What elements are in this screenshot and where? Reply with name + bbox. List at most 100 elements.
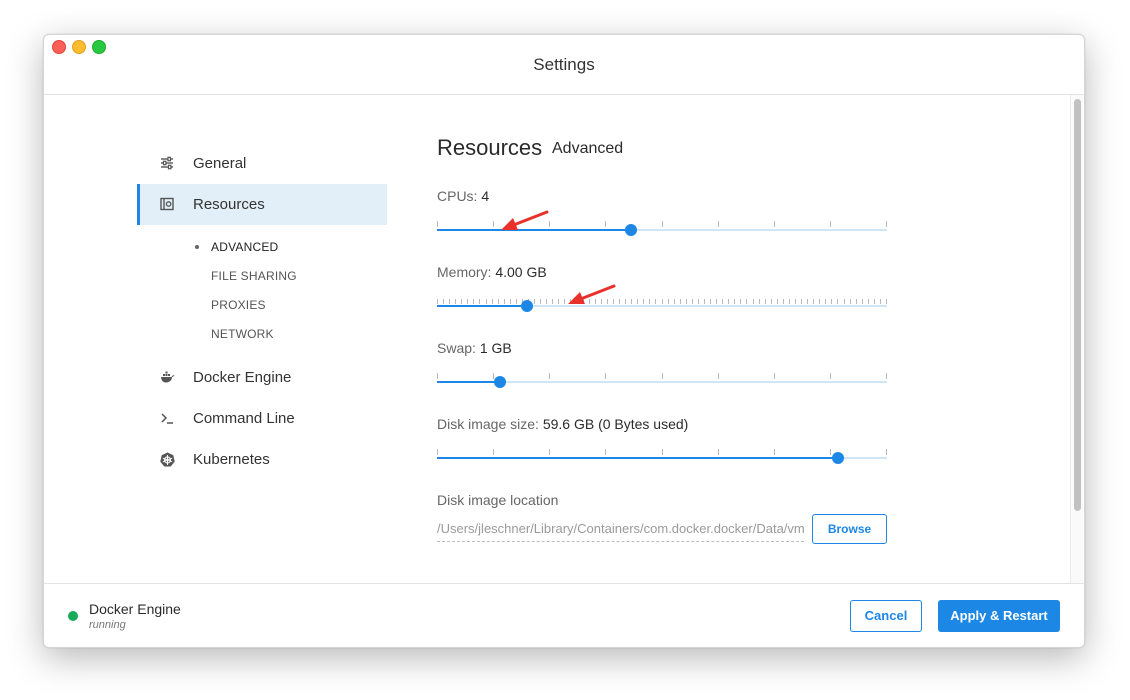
slider-tick [718, 373, 719, 379]
slider-fill [437, 381, 500, 383]
slider-thumb[interactable] [494, 376, 506, 388]
slider-tick [662, 221, 663, 227]
slider-tick [825, 299, 826, 304]
slider-tick [643, 299, 644, 304]
slider-tick [516, 299, 517, 304]
slider-tick [467, 299, 468, 304]
engine-name: Docker Engine [89, 601, 181, 617]
memory-slider[interactable] [437, 298, 887, 314]
minimize-window-button[interactable] [72, 40, 86, 54]
title-bar: Settings [44, 35, 1084, 95]
slider-tick [443, 299, 444, 304]
slider-tick [886, 299, 887, 304]
slider-tick [837, 299, 838, 304]
slider-tick [625, 299, 626, 304]
swap-slider[interactable] [437, 373, 887, 390]
slider-tick [455, 299, 456, 304]
slider-tick [605, 221, 606, 227]
slider-tick [698, 299, 699, 304]
slider-tick [534, 299, 535, 304]
engine-status-dot [68, 611, 78, 621]
close-window-button[interactable] [52, 40, 66, 54]
slider-tick [479, 299, 480, 304]
swap-label: Swap: 1 GB [437, 340, 512, 356]
slider-tick [753, 299, 754, 304]
slider-tick [830, 221, 831, 227]
subitem-file-sharing[interactable]: FILE SHARING [211, 269, 297, 283]
slider-tick [662, 299, 663, 304]
slider-tick [631, 299, 632, 304]
page-subtitle: Advanced [552, 140, 624, 157]
sidebar-item-docker-engine[interactable]: Docker Engine [137, 357, 387, 398]
slider-tick [774, 449, 775, 455]
slider-tick [886, 221, 887, 227]
slider-tick [680, 299, 681, 304]
slider-tick [493, 221, 494, 227]
slider-tick [746, 299, 747, 304]
browse-button[interactable]: Browse [812, 514, 887, 544]
cpus-label-text: CPUs: [437, 188, 478, 204]
slider-tick [549, 221, 550, 227]
sidebar-item-label: Command Line [193, 410, 295, 427]
slider-tick [722, 299, 723, 304]
sidebar-item-label: Docker Engine [193, 369, 292, 386]
slider-tick [734, 299, 735, 304]
slider-tick [880, 299, 881, 304]
slider-tick [493, 449, 494, 455]
slider-tick [437, 449, 438, 455]
zoom-window-button[interactable] [92, 40, 106, 54]
slider-tick [830, 449, 831, 455]
memory-label: Memory: 4.00 GB [437, 264, 547, 280]
slider-tick [619, 299, 620, 304]
slider-tick [850, 299, 851, 304]
helm-icon [159, 452, 175, 468]
slider-fill [437, 457, 838, 459]
slider-tick [686, 299, 687, 304]
slider-tick [801, 299, 802, 304]
slider-tick [461, 299, 462, 304]
sidebar-item-resources[interactable]: Resources [137, 184, 387, 225]
slider-thumb[interactable] [521, 300, 533, 312]
vertical-scrollbar[interactable] [1070, 95, 1083, 583]
disk-size-slider[interactable] [437, 449, 887, 466]
subitem-advanced[interactable]: ADVANCED [211, 240, 278, 254]
slider-thumb[interactable] [832, 452, 844, 464]
apply-restart-button[interactable]: Apply & Restart [938, 600, 1060, 632]
disk-location-label: Disk image location [437, 492, 559, 508]
slider-tick [549, 373, 550, 379]
sidebar-item-kubernetes[interactable]: Kubernetes [137, 439, 387, 480]
window-title: Settings [533, 55, 595, 74]
cancel-button[interactable]: Cancel [850, 600, 922, 632]
disk-size-label: Disk image size: 59.6 GB (0 Bytes used) [437, 416, 688, 432]
slider-tick [771, 299, 772, 304]
slider-tick [546, 299, 547, 304]
annotation-arrow-cpus [501, 210, 549, 230]
scrollbar-thumb[interactable] [1074, 99, 1081, 511]
slider-tick [662, 449, 663, 455]
slider-tick [492, 299, 493, 304]
subitem-proxies[interactable]: PROXIES [211, 298, 266, 312]
slider-tick [710, 299, 711, 304]
slider-tick [692, 299, 693, 304]
slider-tick [774, 373, 775, 379]
sidebar-item-command-line[interactable]: Command Line [137, 398, 387, 439]
resources-panel: Resources Advanced CPUs: 4 Memory: 4.00 … [437, 95, 1067, 583]
slider-tick [510, 299, 511, 304]
sidebar-item-general[interactable]: General [137, 143, 387, 184]
slider-tick [564, 299, 565, 304]
slider-tick [862, 299, 863, 304]
active-subitem-dot [195, 245, 199, 249]
slider-tick [777, 299, 778, 304]
disk-size-label-text: Disk image size: [437, 416, 539, 432]
slider-tick [868, 299, 869, 304]
slider-fill [437, 305, 527, 307]
slider-tick [874, 299, 875, 304]
slider-tick [759, 299, 760, 304]
engine-state: running [89, 619, 126, 631]
disk-location-field[interactable]: /Users/jleschner/Library/Containers/com.… [437, 519, 804, 542]
slider-tick [704, 299, 705, 304]
slider-tick [718, 221, 719, 227]
slider-thumb[interactable] [625, 224, 637, 236]
subitem-network[interactable]: NETWORK [211, 327, 274, 341]
disk-size-value: 59.6 GB (0 Bytes used) [542, 416, 689, 432]
